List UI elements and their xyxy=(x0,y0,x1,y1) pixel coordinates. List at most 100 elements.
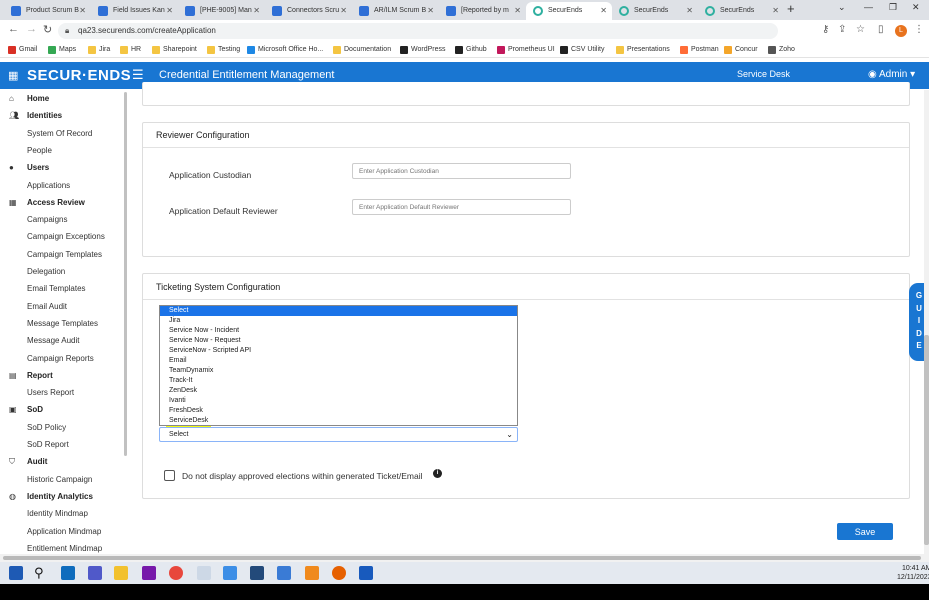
sidebar-item-identity-analytics[interactable]: Identity Analytics xyxy=(27,492,93,501)
browser-tab[interactable]: [PHE-9005] Man ✕ xyxy=(178,2,265,20)
sidebar-item-sod-policy[interactable]: SoD Policy xyxy=(27,423,66,432)
bookmark-item[interactable]: Testing xyxy=(207,44,240,56)
close-tab-icon[interactable]: ✕ xyxy=(253,2,260,20)
dropdown-option[interactable]: Service Now - Incident xyxy=(160,326,517,336)
apps-grid-icon[interactable]: ▦ xyxy=(8,69,18,82)
hide-approved-elections-checkbox[interactable] xyxy=(164,470,175,481)
bookmark-item[interactable]: Jira xyxy=(88,44,110,56)
sidebar-item-historic-campaign[interactable]: Historic Campaign xyxy=(27,475,92,484)
dropdown-option[interactable]: TeamDynamix xyxy=(160,366,517,376)
scroll-thumb[interactable] xyxy=(3,556,921,560)
bookmark-item[interactable]: Prometheus UI xyxy=(497,44,555,56)
dropdown-option[interactable]: ServiceNow - Scripted API xyxy=(160,346,517,356)
sidepanel-icon[interactable]: ▯ xyxy=(878,24,884,35)
sidebar-item-entitlement-mindmap[interactable]: Entitlement Mindmap xyxy=(27,544,102,553)
minimize-button[interactable]: — xyxy=(864,2,873,12)
bookmark-item[interactable]: CSV Utility xyxy=(560,44,604,56)
main-scrollbar[interactable] xyxy=(924,90,929,554)
close-tab-icon[interactable]: ✕ xyxy=(514,2,521,20)
sidebar-item-report[interactable]: Report xyxy=(27,371,53,380)
key-icon[interactable]: ⚷ xyxy=(822,24,829,35)
clock[interactable]: 10:41 AM 12/11/2023 xyxy=(897,564,929,582)
sidebar-item-applications[interactable]: Applications xyxy=(27,181,70,190)
sidebar-item-campaign-reports[interactable]: Campaign Reports xyxy=(27,354,94,363)
bookmark-item[interactable]: Microsoft Office Ho... xyxy=(247,44,323,56)
bookmark-item[interactable]: Documentation xyxy=(333,44,391,56)
dropdown-option[interactable]: Jira xyxy=(160,316,517,326)
close-tab-icon[interactable]: ✕ xyxy=(686,2,693,20)
sidebar-item-message-audit[interactable]: Message Audit xyxy=(27,336,79,345)
bookmark-item[interactable]: Presentations xyxy=(616,44,670,56)
teams-icon[interactable] xyxy=(88,566,102,580)
default-reviewer-input[interactable] xyxy=(352,199,571,215)
menu-dots-icon[interactable]: ⋮ xyxy=(914,24,924,35)
sidebar-item-users[interactable]: Users xyxy=(27,163,49,172)
profile-avatar[interactable]: L xyxy=(895,25,907,37)
dropdown-option[interactable]: Track-It xyxy=(160,376,517,386)
file-explorer-icon[interactable] xyxy=(114,566,128,580)
sidebar-scrollbar[interactable] xyxy=(124,92,127,456)
dropdown-option[interactable]: Ivanti xyxy=(160,396,517,406)
sidebar-item-access-review[interactable]: Access Review xyxy=(27,198,85,207)
bookmark-item[interactable]: Postman xyxy=(680,44,719,56)
dropdown-option[interactable]: Service Now - Request xyxy=(160,336,517,346)
new-tab-button[interactable]: + xyxy=(787,1,795,16)
close-tab-icon[interactable]: ✕ xyxy=(79,2,86,20)
onenote-icon[interactable] xyxy=(142,566,156,580)
search-icon[interactable]: ⚲ xyxy=(34,566,48,580)
sidebar-item-audit[interactable]: Audit xyxy=(27,457,47,466)
sidebar-item-email-templates[interactable]: Email Templates xyxy=(27,284,86,293)
scroll-thumb[interactable] xyxy=(924,335,929,545)
windows-start-icon[interactable] xyxy=(9,566,23,580)
dropdown-option[interactable]: Email xyxy=(160,356,517,366)
tab-search-icon[interactable]: ⌄ xyxy=(838,2,846,13)
horizontal-scrollbar[interactable] xyxy=(0,554,929,562)
sidebar-item-identity-mindmap[interactable]: Identity Mindmap xyxy=(27,509,88,518)
sidebar-item-campaign-exceptions[interactable]: Campaign Exceptions xyxy=(27,232,105,241)
save-button[interactable]: Save xyxy=(837,523,893,540)
close-window-button[interactable]: ✕ xyxy=(912,2,920,13)
bookmark-item[interactable]: Github xyxy=(455,44,487,56)
sidebar-item-home[interactable]: Home xyxy=(27,94,49,103)
browser-tab[interactable]: AR/ILM Scrum B ✕ xyxy=(352,2,439,20)
bookmark-item[interactable]: Maps xyxy=(48,44,76,56)
bookmark-item[interactable]: Zoho xyxy=(768,44,795,56)
browser-tab[interactable]: [Reported by m ✕ xyxy=(439,2,526,20)
bookmark-item[interactable]: Gmail xyxy=(8,44,37,56)
sidebar-item-campaign-templates[interactable]: Campaign Templates xyxy=(27,250,102,259)
hamburger-menu-icon[interactable]: ☰ xyxy=(132,67,144,83)
browser-tab[interactable]: SecurEnds ✕ xyxy=(526,2,612,20)
custodian-input[interactable] xyxy=(352,163,571,179)
bookmark-item[interactable]: Concur xyxy=(724,44,758,56)
bookmark-item[interactable]: WordPress xyxy=(400,44,446,56)
ticketing-system-dropdown-list[interactable]: Select Jira Service Now - Incident Service … xyxy=(159,305,518,426)
browser-tab[interactable]: SecurEnds ✕ xyxy=(698,2,784,20)
ticketing-system-select[interactable]: Select ⌄ xyxy=(159,427,518,442)
maximize-button[interactable]: ❐ xyxy=(889,2,897,13)
service-desk-link[interactable]: Service Desk xyxy=(737,69,790,79)
sidebar-item-email-audit[interactable]: Email Audit xyxy=(27,302,67,311)
dropdown-option[interactable]: Select xyxy=(160,306,517,316)
sidebar-item-delegation[interactable]: Delegation xyxy=(27,267,65,276)
back-icon[interactable]: ← xyxy=(8,23,19,35)
admin-menu[interactable]: ◉ Admin ▾ xyxy=(868,69,915,80)
share-icon[interactable]: ⇪ xyxy=(838,24,846,35)
sidebar-item-system-of-record[interactable]: System Of Record xyxy=(27,129,92,138)
sidebar-item-message-templates[interactable]: Message Templates xyxy=(27,319,98,328)
close-tab-icon[interactable]: ✕ xyxy=(600,2,607,20)
close-tab-icon[interactable]: ✕ xyxy=(772,2,779,20)
forward-icon[interactable]: → xyxy=(26,23,37,35)
bookmark-item[interactable]: HR xyxy=(120,44,141,56)
sidebar-item-users-report[interactable]: Users Report xyxy=(27,388,74,397)
firefox-icon[interactable] xyxy=(332,566,346,580)
bookmark-item[interactable]: Sharepoint xyxy=(152,44,197,56)
app-icon[interactable] xyxy=(250,566,264,580)
word-icon[interactable] xyxy=(359,566,373,580)
browser-tab[interactable]: SecurEnds ✕ xyxy=(612,2,698,20)
close-tab-icon[interactable]: ✕ xyxy=(166,2,173,20)
app-icon[interactable] xyxy=(223,566,237,580)
browser-tab[interactable]: Connectors Scru ✕ xyxy=(265,2,352,20)
chrome-icon[interactable] xyxy=(169,566,183,580)
browser-tab[interactable]: Field Issues Kan ✕ xyxy=(91,2,178,20)
sidebar-item-campaigns[interactable]: Campaigns xyxy=(27,215,67,224)
